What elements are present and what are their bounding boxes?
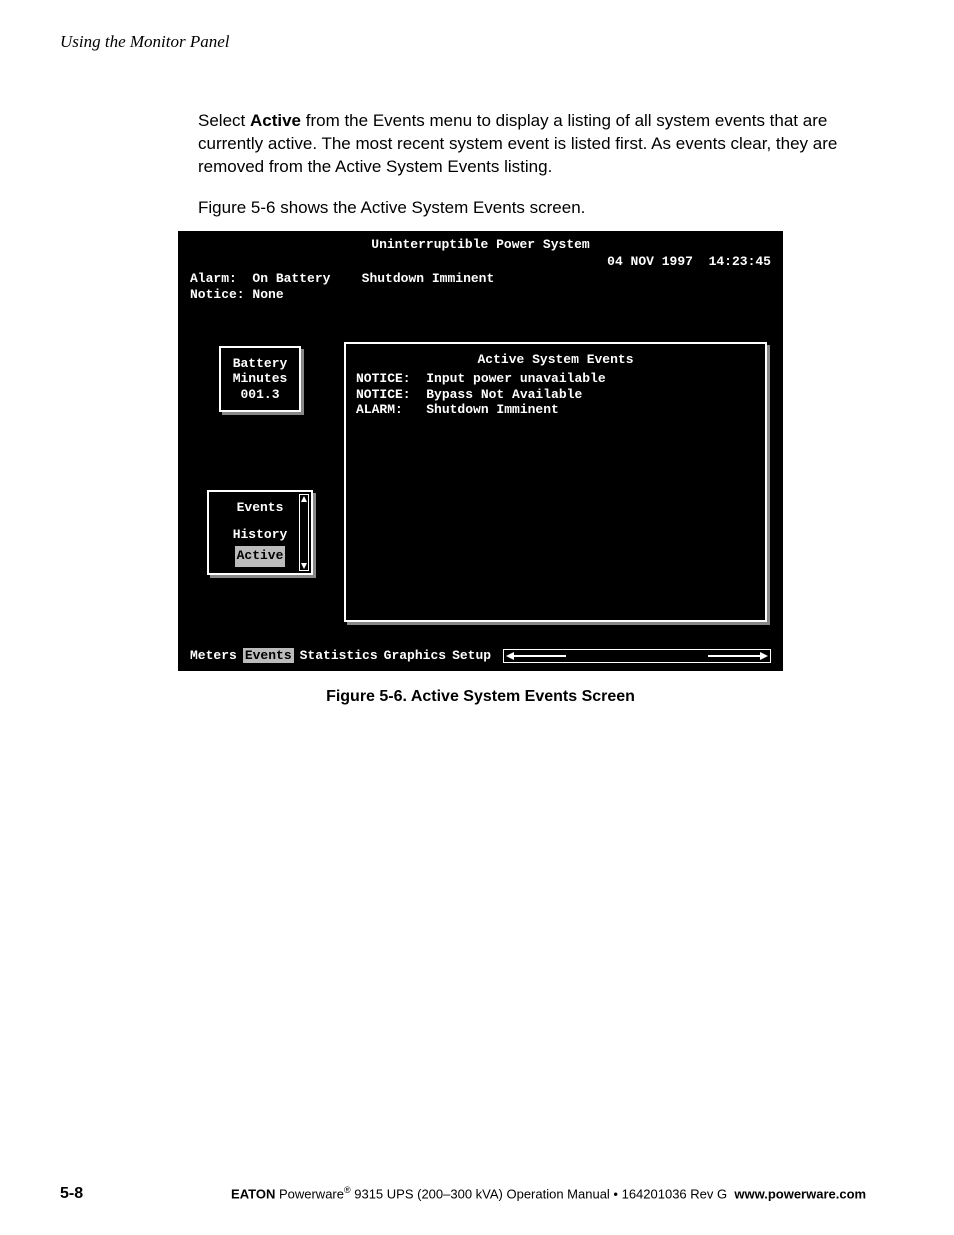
registered-mark: ® (344, 1185, 351, 1195)
arrow-up-icon[interactable] (300, 495, 308, 503)
menubar[interactable]: Meters Events Statistics Graphics Setup (190, 648, 771, 663)
body-text: Select Active from the Events menu to di… (198, 110, 888, 220)
menu-events[interactable]: Events (243, 648, 294, 663)
footer-brand: EATON (231, 1186, 275, 1201)
event-row: NOTICE: Input power unavailable (356, 371, 755, 387)
battery-box: Battery Minutes 001.3 (219, 346, 301, 413)
active-events-panel: Active System Events NOTICE: Input power… (344, 342, 767, 622)
battery-line1: Battery (229, 356, 291, 372)
status-lines: Alarm: On Battery Shutdown Imminent Noti… (190, 271, 771, 304)
footer-product-post: 9315 UPS (200–300 kVA) Operation Manual … (351, 1186, 728, 1201)
left-column: Battery Minutes 001.3 Events History Act… (190, 332, 330, 632)
battery-line2: Minutes (229, 371, 291, 387)
menu-setup[interactable]: Setup (452, 648, 491, 663)
event-row: NOTICE: Bypass Not Available (356, 387, 755, 403)
figure-caption: Figure 5-6. Active System Events Screen (178, 688, 783, 706)
battery-line3: 001.3 (229, 387, 291, 403)
alarm-value-2: Shutdown Imminent (362, 271, 495, 286)
running-header: Using the Monitor Panel (60, 32, 230, 52)
menu-slider[interactable] (503, 649, 771, 663)
screen-datetime: 04 NOV 1997 14:23:45 (190, 254, 771, 269)
footer-product-pre: Powerware (275, 1186, 344, 1201)
submenu-item-active[interactable]: Active (235, 546, 286, 567)
submenu-title: Events (209, 498, 311, 519)
submenu-item-history[interactable]: History (209, 525, 311, 546)
body-p1-pre: Select (198, 111, 250, 130)
screen-date: 04 NOV 1997 (607, 254, 693, 269)
menu-statistics[interactable]: Statistics (300, 648, 378, 663)
body-p1-bold: Active (250, 111, 301, 130)
page-number: 5-8 (60, 1185, 83, 1203)
events-panel-title: Active System Events (356, 352, 755, 368)
screen-time: 14:23:45 (709, 254, 771, 269)
screen-title: Uninterruptible Power System (190, 237, 771, 252)
ups-screen: Uninterruptible Power System 04 NOV 1997… (178, 231, 783, 671)
notice-value: None (252, 287, 283, 302)
arrow-right-icon[interactable] (708, 652, 768, 660)
notice-label: Notice: (190, 287, 245, 302)
menu-graphics[interactable]: Graphics (384, 648, 446, 663)
alarm-value-1: On Battery (252, 271, 330, 286)
body-p2: Figure 5-6 shows the Active System Event… (198, 197, 888, 220)
page-footer: 5-8 EATON Powerware® 9315 UPS (200–300 k… (60, 1185, 894, 1203)
footer-url: www.powerware.com (734, 1186, 866, 1201)
menu-meters[interactable]: Meters (190, 648, 237, 663)
submenu-scrollbar[interactable] (299, 494, 309, 570)
events-submenu[interactable]: Events History Active (207, 490, 313, 574)
alarm-label: Alarm: (190, 271, 237, 286)
arrow-down-icon[interactable] (300, 562, 308, 570)
arrow-left-icon[interactable] (506, 652, 566, 660)
event-row: ALARM: Shutdown Imminent (356, 402, 755, 418)
